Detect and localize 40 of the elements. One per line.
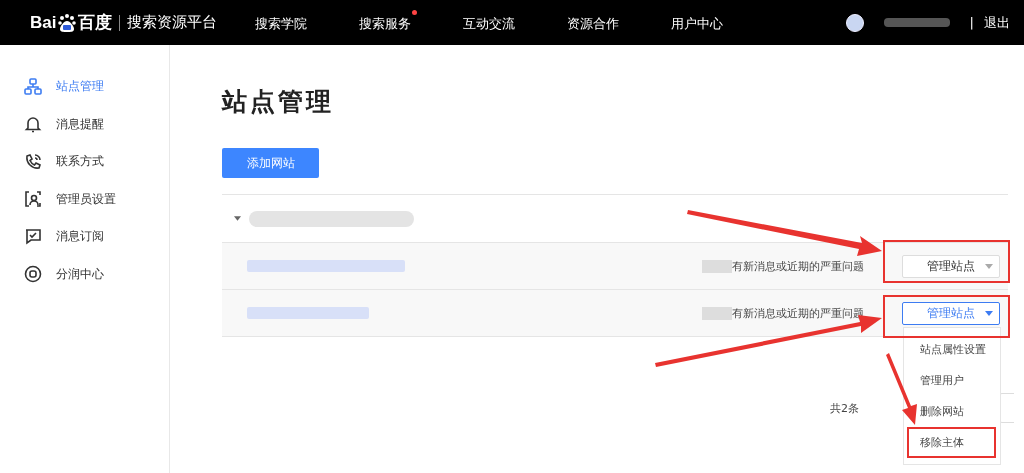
- logout-link[interactable]: 退出: [984, 13, 1010, 32]
- redacted-block: [883, 18, 950, 27]
- logo-text: 百度: [78, 12, 113, 34]
- sitemap-icon: [24, 77, 42, 96]
- caret-icon: [985, 263, 993, 269]
- menu-item[interactable]: 删除网站: [904, 396, 1000, 427]
- status-text: 有新消息或近期的严重问题: [732, 258, 864, 274]
- page-title: 站点管理: [222, 86, 335, 118]
- menu-item[interactable]: 移除主体: [907, 427, 996, 458]
- menu-item[interactable]: 站点属性设置: [904, 334, 1000, 365]
- separator: |: [969, 15, 974, 30]
- platform-name: 搜索资源平台: [127, 13, 218, 32]
- caret-icon: [985, 310, 993, 316]
- manage-site-dropdown[interactable]: 管理站点: [902, 301, 1000, 325]
- total-count: 共2条: [830, 400, 859, 416]
- sidebar-item[interactable]: 消息提醒: [0, 112, 169, 136]
- sidebar-item[interactable]: 消息订阅: [0, 225, 169, 248]
- nav-link[interactable]: 搜索服务: [359, 15, 412, 31]
- paw-icon: [57, 12, 78, 33]
- sidebar-item[interactable]: 管理员设置: [0, 187, 169, 211]
- nav-link[interactable]: 搜索学院: [255, 15, 308, 31]
- subscribe-icon: [24, 227, 42, 246]
- sidebar-item[interactable]: 分润中心: [0, 262, 169, 286]
- annotation-arrow: [886, 353, 917, 425]
- logo-text: Bai: [30, 12, 57, 33]
- nav-link[interactable]: 用户中心: [671, 15, 724, 31]
- phone-icon: [24, 152, 42, 171]
- share-icon: [24, 265, 42, 283]
- redacted-block: [702, 259, 732, 273]
- manage-site-dropdown[interactable]: 管理站点: [902, 254, 1000, 278]
- redacted-block: [702, 306, 732, 320]
- sidebar-item[interactable]: 站点管理: [0, 75, 169, 98]
- sidebar-item[interactable]: 联系方式: [0, 150, 169, 173]
- caret-icon[interactable]: [234, 216, 241, 221]
- nav-link[interactable]: 互动交流: [463, 15, 516, 31]
- menu-item[interactable]: 管理用户: [904, 365, 1000, 396]
- bell-icon: [24, 115, 42, 133]
- nav-link[interactable]: 资源合作: [567, 15, 620, 31]
- admin-icon: [24, 190, 42, 208]
- avatar[interactable]: [845, 13, 864, 32]
